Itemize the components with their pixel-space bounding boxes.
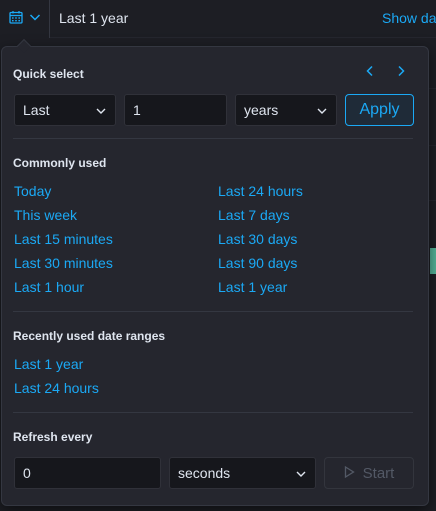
commonly-used-link[interactable]: Last 30 days xyxy=(218,231,297,247)
apply-button[interactable]: Apply xyxy=(345,94,414,126)
chevron-down-icon xyxy=(29,10,41,28)
recently-used-link[interactable]: Last 1 year xyxy=(14,356,83,372)
commonly-used-link[interactable]: Last 7 days xyxy=(218,207,290,223)
play-icon xyxy=(344,465,355,482)
chevron-right-icon xyxy=(396,64,406,82)
show-dates-link[interactable]: Show dates xyxy=(382,10,436,26)
commonly-used-link[interactable]: Last 1 hour xyxy=(14,279,84,295)
quantity-input-value: 1 xyxy=(133,102,141,118)
refresh-interval-input[interactable]: 0 xyxy=(14,457,161,489)
chevron-down-icon xyxy=(295,467,307,483)
start-button-label: Start xyxy=(362,464,395,482)
commonly-used-title: Commonly used xyxy=(13,156,107,170)
recently-used-link[interactable]: Last 24 hours xyxy=(14,380,99,396)
quantity-input[interactable]: 1 xyxy=(124,94,227,126)
time-picker-bar: Last 1 year Show dates xyxy=(0,0,436,38)
calendar-icon xyxy=(8,10,23,29)
refresh-every-title: Refresh every xyxy=(13,430,93,444)
refresh-unit-value: seconds xyxy=(178,465,231,481)
background-row xyxy=(428,145,436,146)
background-row xyxy=(428,88,436,89)
refresh-interval-value: 0 xyxy=(23,465,31,481)
commonly-used-link[interactable]: Last 30 minutes xyxy=(14,255,113,271)
start-refresh-button[interactable]: Start xyxy=(324,457,414,489)
background-row xyxy=(428,200,436,201)
divider xyxy=(13,138,413,139)
commonly-used-link[interactable]: Last 15 minutes xyxy=(14,231,113,247)
tense-select[interactable]: Last xyxy=(14,94,116,126)
unit-select-value: years xyxy=(244,102,279,118)
previous-range-button[interactable] xyxy=(362,65,378,81)
selected-range-text[interactable]: Last 1 year xyxy=(59,10,128,26)
chevron-down-icon xyxy=(316,104,328,120)
next-range-button[interactable] xyxy=(393,65,409,81)
quick-menu-button[interactable] xyxy=(0,0,50,38)
commonly-used-link[interactable]: Last 1 year xyxy=(218,279,287,295)
chevron-left-icon xyxy=(365,64,375,82)
recently-used-title: Recently used date ranges xyxy=(13,329,166,343)
tense-select-value: Last xyxy=(23,102,50,118)
divider xyxy=(13,412,413,413)
divider xyxy=(13,311,413,312)
refresh-unit-select[interactable]: seconds xyxy=(169,457,316,489)
commonly-used-link[interactable]: Last 24 hours xyxy=(218,183,303,199)
unit-select[interactable]: years xyxy=(235,94,337,126)
quick-select-title: Quick select xyxy=(13,67,84,81)
background-green-marker xyxy=(430,248,436,274)
commonly-used-link[interactable]: This week xyxy=(14,207,77,223)
chevron-down-icon xyxy=(95,104,107,120)
commonly-used-link[interactable]: Today xyxy=(14,183,51,199)
commonly-used-link[interactable]: Last 90 days xyxy=(218,255,297,271)
